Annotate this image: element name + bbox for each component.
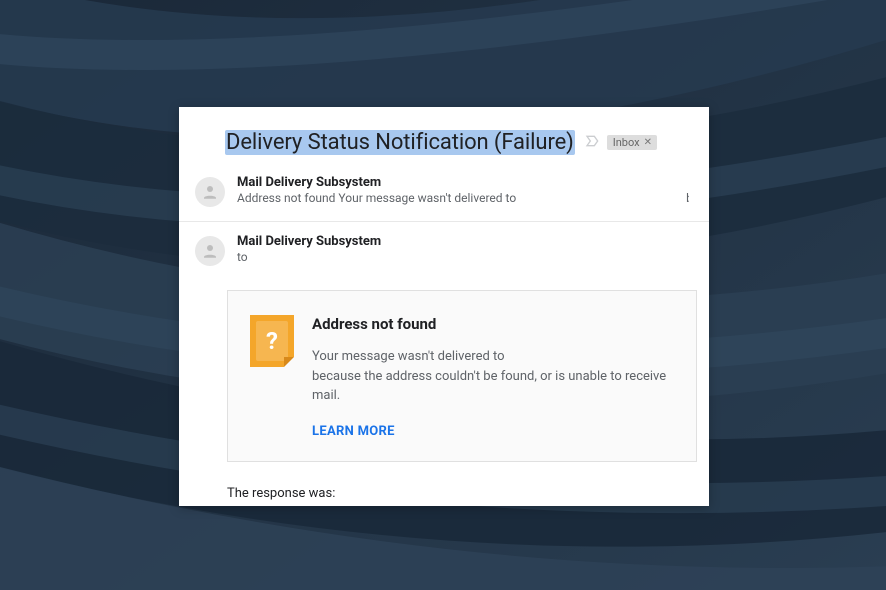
message-snippet: Address not found Your message wasn't de…	[237, 191, 689, 205]
label-area: Inbox ✕	[585, 133, 657, 153]
close-icon[interactable]: ✕	[644, 137, 652, 148]
email-subject: Delivery Status Notification (Failure)	[225, 130, 575, 155]
response-label: The response was:	[179, 474, 709, 501]
avatar	[195, 177, 225, 207]
email-message-panel: Delivery Status Notification (Failure) I…	[179, 107, 709, 506]
important-marker-icon[interactable]	[585, 133, 601, 153]
error-title: Address not found	[312, 315, 674, 333]
error-document-icon: ?	[250, 315, 294, 367]
inbox-label-text: Inbox	[613, 136, 640, 149]
inbox-label-chip[interactable]: Inbox ✕	[607, 135, 657, 150]
sender-name: Mail Delivery Subsystem	[237, 234, 689, 249]
expanded-message-header: Mail Delivery Subsystem to	[179, 222, 709, 278]
learn-more-link[interactable]: LEARN MORE	[312, 424, 674, 439]
error-body: Your message wasn't delivered to because…	[312, 347, 674, 406]
avatar	[195, 236, 225, 266]
subject-row: Delivery Status Notification (Failure) I…	[179, 107, 709, 163]
bounce-error-card: ? Address not found Your message wasn't …	[227, 290, 697, 462]
collapsed-message[interactable]: Mail Delivery Subsystem Address not foun…	[179, 163, 709, 222]
recipient-line[interactable]: to	[237, 250, 689, 264]
sender-name: Mail Delivery Subsystem	[237, 175, 689, 190]
